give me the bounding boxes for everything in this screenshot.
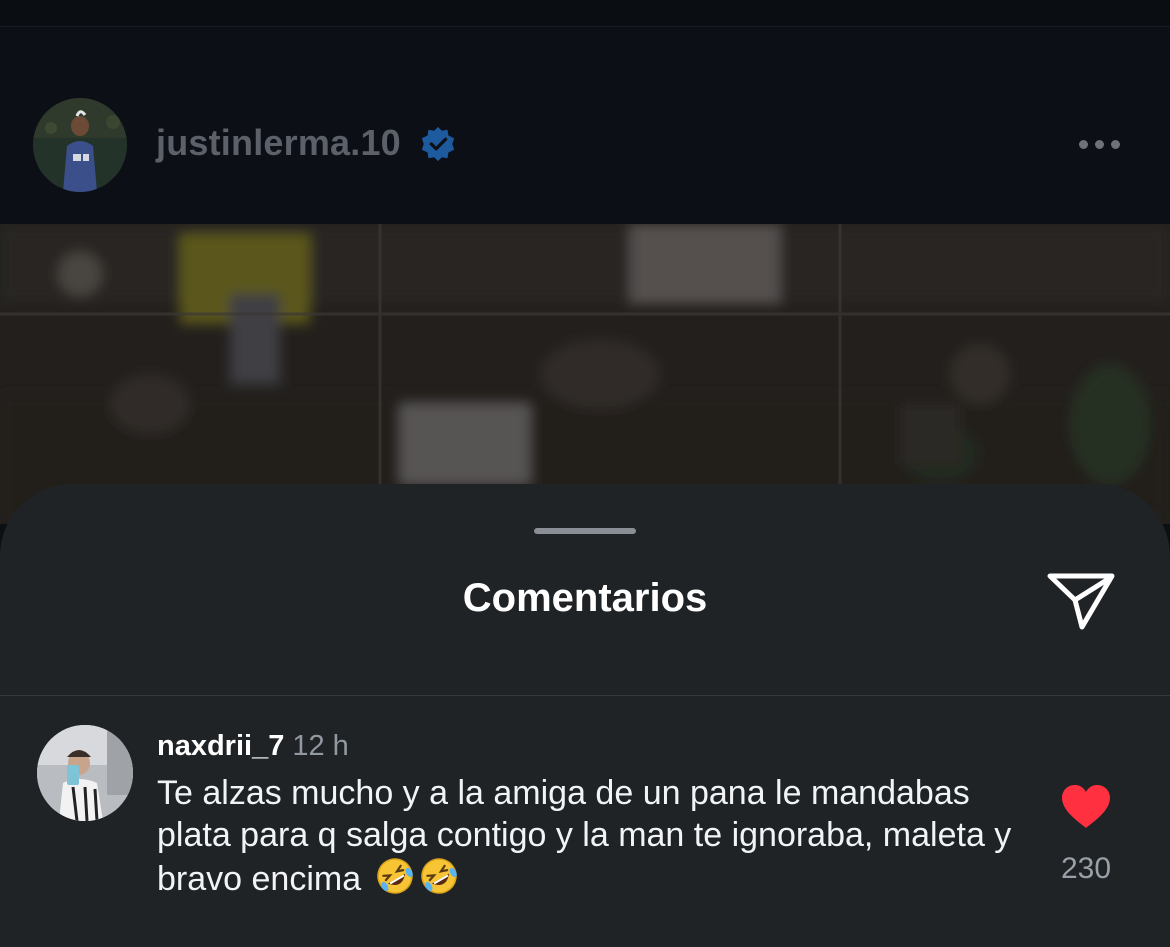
paper-plane-icon[interactable] (1046, 570, 1116, 632)
comment-text: Te alzas mucho y a la amiga de un pana l… (157, 774, 1012, 898)
comment-like-count: 230 (1060, 852, 1112, 885)
more-options-icon[interactable] (1079, 136, 1129, 152)
verified-badge-icon (421, 126, 455, 162)
sheet-divider (0, 695, 1170, 696)
sheet-drag-handle[interactable] (534, 528, 636, 534)
comment-timestamp: 12 h (292, 730, 349, 762)
comment-body: Te alzas mucho y a la amiga de un pana l… (157, 772, 1017, 900)
comments-sheet: Comentarios naxdrii_7 12 h Te alzas mucho… (0, 484, 1170, 947)
heart-icon[interactable] (1060, 784, 1112, 830)
rolling-on-floor-laughing-emoji-icon (376, 858, 413, 894)
post-header: justinlerma.10 (0, 0, 1170, 224)
comments-title: Comentarios (462, 576, 708, 620)
status-bar-strip (0, 0, 1170, 27)
post-photo (0, 224, 1170, 524)
rolling-on-floor-laughing-emoji-icon (420, 858, 457, 894)
instagram-post-screen: justinlerma.10 Comentarios naxdrii_7 12 … (0, 0, 1170, 947)
post-author-username[interactable]: justinlerma.10 (156, 122, 401, 164)
post-author-avatar[interactable] (33, 98, 127, 192)
comment-username[interactable]: naxdrii_7 (157, 730, 284, 762)
commenter-avatar[interactable] (37, 725, 133, 821)
comment-meta: naxdrii_7 12 h (157, 730, 349, 762)
